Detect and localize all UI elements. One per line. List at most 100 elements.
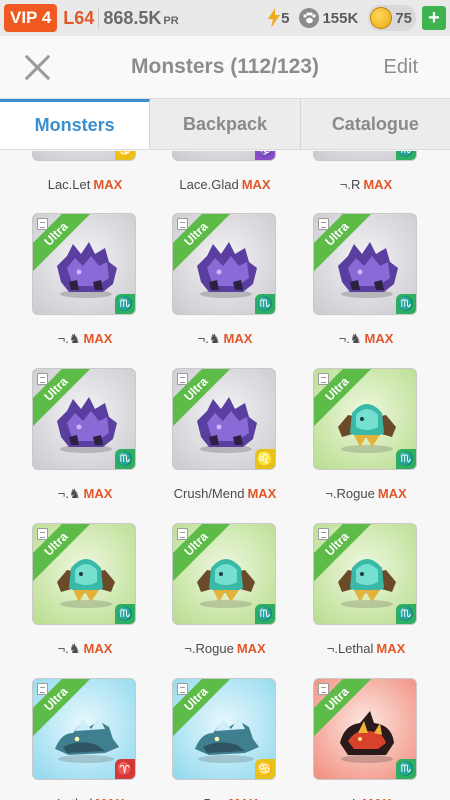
zodiac-sign-icon: ♈ <box>115 759 135 779</box>
details-icon[interactable] <box>318 218 329 230</box>
max-level-badge: MAX <box>236 641 266 656</box>
monster-card[interactable]: Ultra ♏ <box>172 213 276 315</box>
monster-card[interactable]: Ultra ♏ <box>32 213 136 315</box>
monster-name: ¬.Bas <box>192 796 226 800</box>
monster-label: ¬.♞ MAX <box>301 331 431 347</box>
tab-catalogue[interactable]: Catalogue <box>301 99 450 149</box>
max-level-badge: MAX <box>83 641 113 656</box>
food-value: 155K <box>322 9 359 27</box>
details-icon[interactable] <box>177 218 188 230</box>
energy-counter[interactable]: 5 <box>268 8 289 28</box>
monster-card[interactable]: Ultra ♏ <box>313 523 417 625</box>
monster-label: ¬.LethalMAX <box>20 796 150 800</box>
gold-value: 75 <box>395 9 412 27</box>
status-bar: VIP 4 L64 868.5K PR 5 155K 75 + <box>0 0 450 36</box>
monster-card[interactable]: ♏ <box>313 151 417 161</box>
monster-card[interactable]: ♋ <box>32 151 136 161</box>
monster-image <box>189 238 263 300</box>
monster-name: ¬.L <box>341 796 359 800</box>
max-level-badge: MAX <box>223 331 253 346</box>
power-rating: 868.5K PR <box>103 8 178 29</box>
monster-label: ¬.LMAX <box>301 796 431 800</box>
monster-image <box>189 393 263 455</box>
details-icon[interactable] <box>37 218 48 230</box>
monster-card[interactable]: Ultra ♏ <box>313 213 417 315</box>
gold-counter[interactable]: 75 <box>368 5 416 31</box>
details-icon[interactable] <box>318 528 329 540</box>
monster-name: ¬.♞ <box>57 486 81 501</box>
monster-image <box>49 238 123 300</box>
monster-label: ¬.Rogue MAX <box>160 641 290 656</box>
zodiac-sign-icon: ♏ <box>396 604 416 624</box>
monster-card[interactable]: ♑ <box>172 151 276 161</box>
max-level-badge: MAX <box>93 177 123 192</box>
details-icon[interactable] <box>318 683 329 695</box>
max-level-badge: MAX <box>247 486 277 501</box>
food-counter[interactable]: 155K <box>299 8 358 28</box>
max-level-badge: MAX <box>362 796 391 800</box>
monster-label: Lace.Glad MAX <box>160 177 290 192</box>
coin-icon <box>370 7 393 29</box>
details-icon[interactable] <box>177 373 188 385</box>
monster-name: ¬.Lethal <box>326 641 374 656</box>
monster-image <box>49 548 123 610</box>
zodiac-sign-icon: ♏ <box>255 604 275 624</box>
details-icon[interactable] <box>177 528 188 540</box>
vip-badge[interactable]: VIP 4 <box>4 4 58 32</box>
monster-card[interactable]: Ultra ♏ <box>313 368 417 470</box>
monster-name: ¬.♞ <box>338 331 362 346</box>
monster-card[interactable]: Ultra ♏ <box>313 678 417 780</box>
monster-card[interactable]: Ultra ♋ <box>172 678 276 780</box>
max-level-badge: MAX <box>364 331 394 346</box>
monster-grid[interactable]: ♋Lac.LetMAX♑Lace.GladMAX♏¬.RMAXUltra♏¬.♞… <box>0 151 450 800</box>
monster-card[interactable]: Ultra ♏ <box>32 368 136 470</box>
monster-card[interactable]: Ultra ♈ <box>32 678 136 780</box>
details-icon[interactable] <box>177 683 188 695</box>
zodiac-sign-icon: ♏ <box>115 604 135 624</box>
monster-name: ¬.♞ <box>57 641 81 656</box>
max-level-badge: MAX <box>83 486 113 501</box>
monster-label: ¬.♞ MAX <box>20 641 150 657</box>
monster-image <box>330 703 404 765</box>
details-icon[interactable] <box>37 683 48 695</box>
details-icon[interactable] <box>37 528 48 540</box>
monster-image <box>49 393 123 455</box>
max-level-badge: MAX <box>363 177 393 192</box>
page-title: Monsters (112/123) <box>131 55 319 78</box>
edit-button[interactable]: Edit <box>384 56 418 79</box>
energy-value: 5 <box>281 9 290 27</box>
add-gold-button[interactable]: + <box>422 6 446 30</box>
zodiac-sign-icon: ♏ <box>396 151 416 160</box>
monster-name: ¬.♞ <box>57 331 81 346</box>
power-rating-unit: PR <box>163 14 179 27</box>
details-icon[interactable] <box>318 373 329 385</box>
monster-card[interactable]: Ultra ♏ <box>32 523 136 625</box>
zodiac-sign-icon: ♏ <box>255 294 275 314</box>
monster-image <box>330 393 404 455</box>
details-icon[interactable] <box>37 373 48 385</box>
max-level-badge: MAX <box>377 486 407 501</box>
monster-image <box>189 703 263 765</box>
monster-name: Lace.Glad <box>179 177 239 192</box>
monster-label: ¬.Rogue MAX <box>301 486 431 501</box>
tab-backpack[interactable]: Backpack <box>150 99 301 149</box>
monster-name: Crush/Mend <box>173 486 245 501</box>
max-level-badge: MAX <box>83 331 113 346</box>
page-header: Monsters (112/123) Edit <box>0 36 450 98</box>
monster-label: ¬.♞ MAX <box>20 486 150 502</box>
zodiac-sign-icon: ♌ <box>255 449 275 469</box>
monster-card[interactable]: Ultra ♌ <box>172 368 276 470</box>
zodiac-sign-icon: ♏ <box>396 294 416 314</box>
paw-icon <box>299 8 320 28</box>
monster-card[interactable]: Ultra ♏ <box>172 523 276 625</box>
player-level: L64 <box>63 7 95 28</box>
max-level-badge: MAX <box>376 641 406 656</box>
monster-image <box>330 238 404 300</box>
zodiac-sign-icon: ♏ <box>115 449 135 469</box>
max-level-badge: MAX <box>241 177 271 192</box>
monster-name: Lac.Let <box>47 177 91 192</box>
close-icon[interactable] <box>24 53 52 81</box>
monster-label: ¬.♞ MAX <box>20 331 150 347</box>
tab-monsters[interactable]: Monsters <box>0 99 151 149</box>
monster-name: ¬.R <box>339 177 361 192</box>
